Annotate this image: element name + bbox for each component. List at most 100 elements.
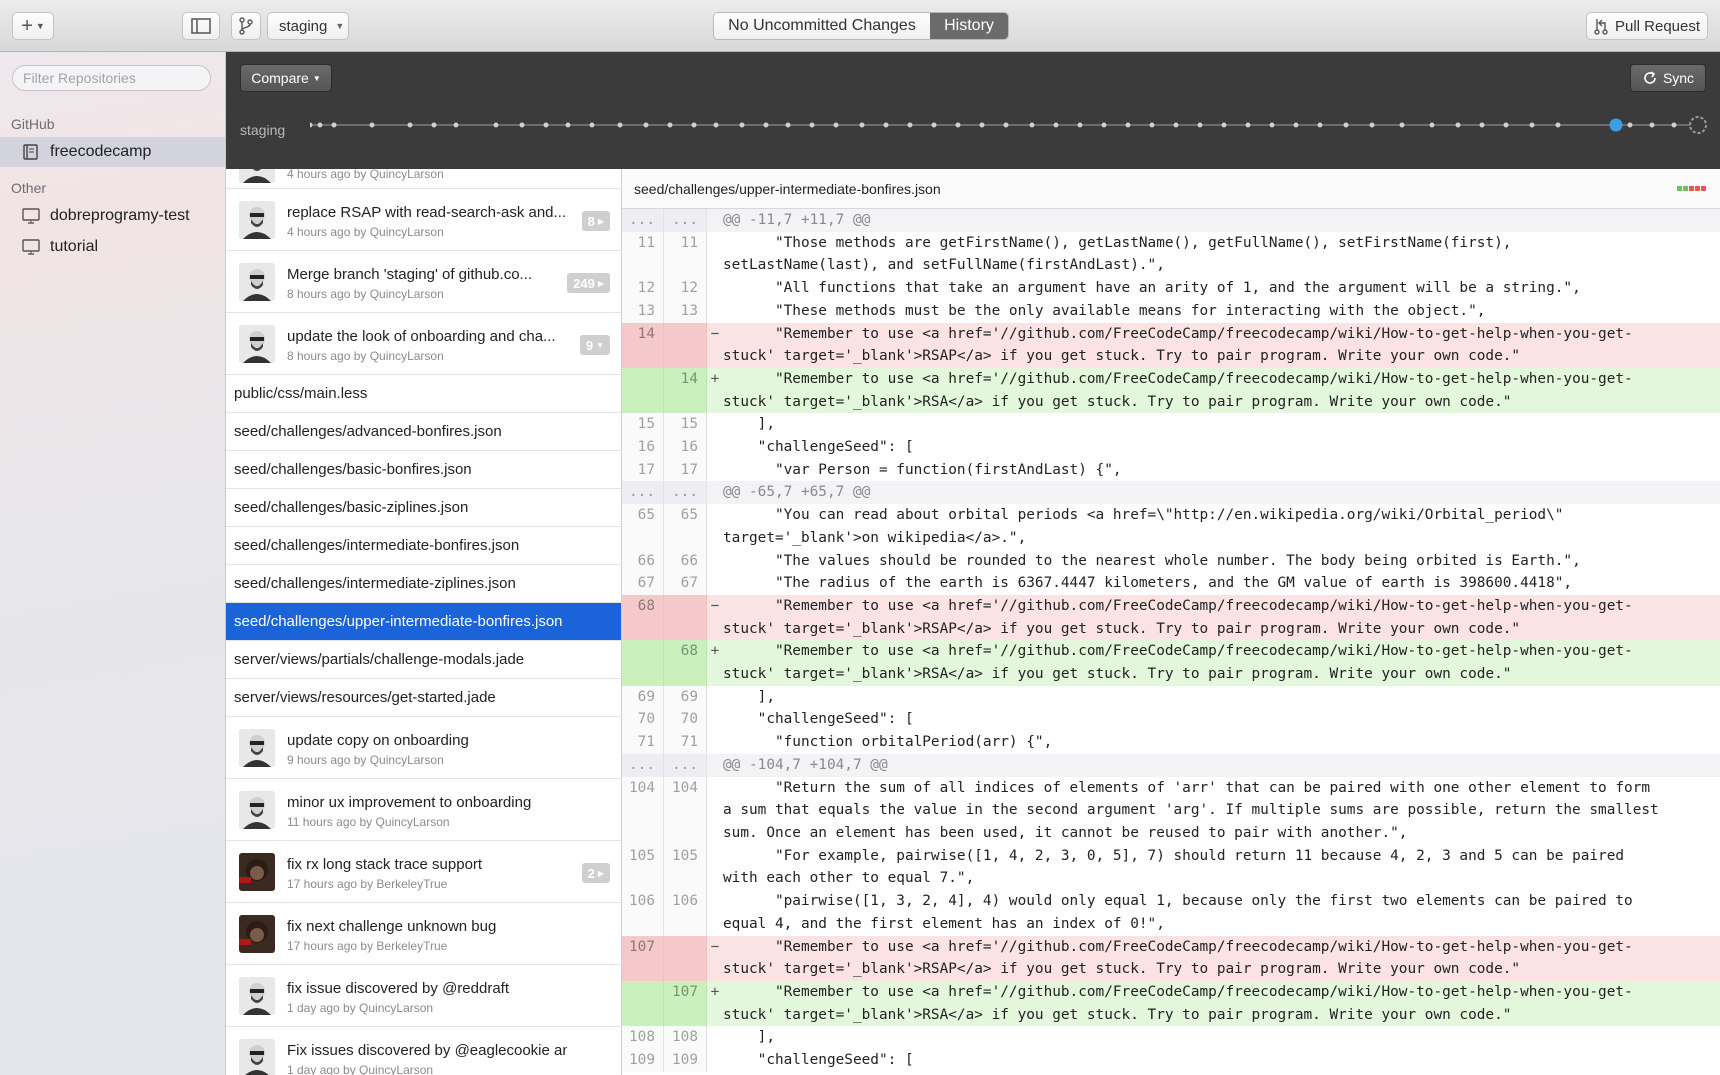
sidebar-item-dobreprogramy-test[interactable]: dobreprogramy-test <box>0 201 225 231</box>
timeline-commit-dot[interactable] <box>1649 122 1655 128</box>
timeline-commit-dot[interactable] <box>1479 122 1485 128</box>
changed-files-badge[interactable]: 8 ▶ <box>581 211 610 231</box>
sidebar-item-tutorial[interactable]: tutorial <box>0 232 225 262</box>
timeline-commit-dot[interactable] <box>1317 122 1323 128</box>
timeline-commit-dot[interactable] <box>1293 122 1299 128</box>
timeline-commit-dot[interactable] <box>1429 122 1435 128</box>
timeline-commit-dot[interactable] <box>453 122 459 128</box>
tab-uncommitted-changes[interactable]: No Uncommitted Changes <box>714 13 930 39</box>
commit-row[interactable]: Merge branch 'staging' of github.co... 8 … <box>226 251 621 313</box>
changed-file-row-selected[interactable]: seed/challenges/upper-intermediate-bonfi… <box>226 603 621 641</box>
timeline-commit-dot[interactable] <box>1003 122 1009 128</box>
timeline-commit-dot[interactable] <box>1369 122 1375 128</box>
diff-sign <box>707 1026 723 1049</box>
timeline-commit-dot[interactable] <box>1029 122 1035 128</box>
filter-repositories-input[interactable]: Filter Repositories <box>12 65 211 91</box>
timeline-commit-dot[interactable] <box>1455 122 1461 128</box>
timeline-commit-dot[interactable] <box>1125 122 1131 128</box>
timeline-commit-dot[interactable] <box>493 122 499 128</box>
timeline-commit-dot[interactable] <box>1077 122 1083 128</box>
timeline-commit-dot[interactable] <box>1555 122 1561 128</box>
timeline-commit-dot[interactable] <box>833 122 839 128</box>
commit-row[interactable]: replace RSAP with read-search-ask and...… <box>226 189 621 251</box>
changed-files-badge[interactable]: 2 ▶ <box>581 863 610 883</box>
sync-button[interactable]: Sync <box>1630 64 1706 92</box>
sidebar-item-freecodecamp[interactable]: freecodecamp <box>0 137 225 167</box>
timeline-commit-dot[interactable] <box>643 122 649 128</box>
add-menu-button[interactable]: + ▼ <box>12 12 54 40</box>
timeline-commit-dot[interactable] <box>859 122 865 128</box>
timeline-commit-dot[interactable] <box>317 122 323 128</box>
timeline-selected-commit[interactable] <box>1609 118 1623 132</box>
changed-file-row[interactable]: seed/challenges/advanced-bonfires.json <box>226 413 621 451</box>
changed-file-row[interactable]: public/css/main.less <box>226 375 621 413</box>
timeline-commit-dot[interactable] <box>543 122 549 128</box>
timeline-commit-dot[interactable] <box>713 122 719 128</box>
timeline-commit-dot[interactable] <box>1245 122 1251 128</box>
timeline-commit-dot[interactable] <box>739 122 745 128</box>
badge-count: 249 <box>573 275 595 291</box>
diff-sign <box>707 436 723 459</box>
timeline-commit-dot[interactable] <box>809 122 815 128</box>
timeline-commit-dot[interactable] <box>1173 122 1179 128</box>
timeline-commit-dot[interactable] <box>407 122 413 128</box>
timeline-commit-dot[interactable] <box>589 122 595 128</box>
old-line-number: 107 <box>622 935 664 981</box>
timeline-commit-dot[interactable] <box>1503 122 1509 128</box>
commit-timeline[interactable] <box>310 112 1710 138</box>
changed-files-badge[interactable]: 249 ▶ <box>567 273 610 293</box>
timeline-commit-dot[interactable] <box>431 122 437 128</box>
commit-row[interactable]: Fix issues discovered by @eaglecookie an… <box>226 1027 621 1075</box>
timeline-uncommitted-marker[interactable] <box>1689 116 1707 134</box>
changed-file-row[interactable]: seed/challenges/basic-bonfires.json <box>226 451 621 489</box>
commit-row[interactable]: fix next challenge unknown bug 17 hours a… <box>226 903 621 965</box>
commit-row[interactable]: fix issue discovered by @reddraft 1 day a… <box>226 965 621 1027</box>
timeline-commit-dot[interactable] <box>1053 122 1059 128</box>
timeline-commit-dot[interactable] <box>979 122 985 128</box>
changed-files-badge[interactable]: 9 ▼ <box>579 335 610 355</box>
timeline-commit-dot[interactable] <box>1529 122 1535 128</box>
pull-request-button[interactable]: Pull Request <box>1586 12 1708 40</box>
old-line-number: 15 <box>622 413 664 437</box>
commit-row[interactable]: update copy on onboarding 9 hours ago by … <box>226 717 621 779</box>
timeline-commit-dot[interactable] <box>1149 122 1155 128</box>
sidebar-toggle-button[interactable] <box>182 12 220 40</box>
timeline-commit-dot[interactable] <box>1627 122 1633 128</box>
branch-select[interactable]: staging ▼ <box>267 12 349 40</box>
tab-history[interactable]: History <box>930 13 1008 39</box>
timeline-commit-dot[interactable] <box>883 122 889 128</box>
timeline-commit-dot[interactable] <box>1399 122 1405 128</box>
timeline-commit-dot[interactable] <box>907 122 913 128</box>
commit-row[interactable]: update the look of onboarding and cha...… <box>226 313 621 375</box>
timeline-commit-dot[interactable] <box>691 122 697 128</box>
commit-row[interactable]: 4 hours ago by QuincyLarson <box>226 169 621 189</box>
compare-button[interactable]: Compare ▼ <box>240 64 332 92</box>
timeline-commit-dot[interactable] <box>369 122 375 128</box>
diff-stat-indicator <box>1677 186 1706 191</box>
timeline-commit-dot[interactable] <box>1221 122 1227 128</box>
timeline-commit-dot[interactable] <box>785 122 791 128</box>
timeline-commit-dot[interactable] <box>763 122 769 128</box>
timeline-commit-dot[interactable] <box>667 122 673 128</box>
timeline-commit-dot[interactable] <box>519 122 525 128</box>
commit-row[interactable]: fix rx long stack trace support 17 hours … <box>226 841 621 903</box>
changed-file-row[interactable]: server/views/resources/get-started.jade <box>226 679 621 717</box>
timeline-commit-dot[interactable] <box>565 122 571 128</box>
timeline-commit-dot[interactable] <box>1269 122 1275 128</box>
changed-file-row[interactable]: seed/challenges/basic-ziplines.json <box>226 489 621 527</box>
changed-file-row[interactable]: server/views/partials/challenge-modals.j… <box>226 641 621 679</box>
timeline-commit-dot[interactable] <box>1101 122 1107 128</box>
changed-file-row[interactable]: seed/challenges/intermediate-bonfires.js… <box>226 527 621 565</box>
timeline-commit-dot[interactable] <box>931 122 937 128</box>
timeline-commit-dot[interactable] <box>617 122 623 128</box>
timeline-commit-dot[interactable] <box>955 122 961 128</box>
timeline-commit-dot[interactable] <box>310 122 313 128</box>
changed-file-row[interactable]: seed/challenges/intermediate-ziplines.js… <box>226 565 621 603</box>
timeline-commit-dot[interactable] <box>331 122 337 128</box>
timeline-commit-dot[interactable] <box>1343 122 1349 128</box>
timeline-commit-dot[interactable] <box>1671 122 1677 128</box>
commit-row[interactable]: minor ux improvement to onboarding 11 hou… <box>226 779 621 841</box>
timeline-commit-dot[interactable] <box>1197 122 1203 128</box>
new-line-number: 105 <box>664 844 707 891</box>
branch-icon-button[interactable] <box>231 12 261 40</box>
